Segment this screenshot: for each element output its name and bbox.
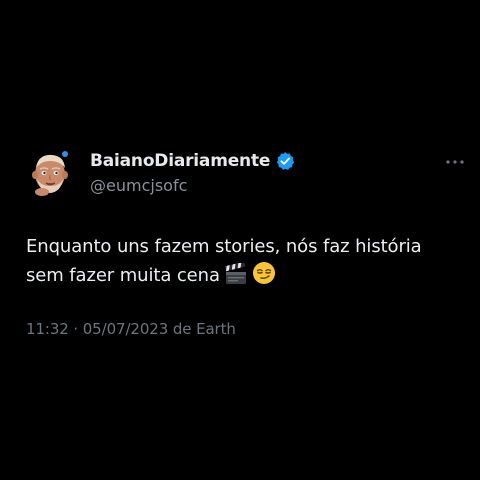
author-name-row: BaianoDiariamente <box>90 148 410 174</box>
author-display-name[interactable]: BaianoDiariamente <box>90 151 270 171</box>
tweet-header: BaianoDiariamente @eumcjsofc <box>90 148 410 195</box>
clapper-board-icon <box>224 263 246 284</box>
tweet-text-line-2: sem fazer muita cena <box>26 265 220 286</box>
more-horizontal-icon[interactable] <box>444 156 466 168</box>
tweet-text-line-1: Enquanto uns fazem stories, nós faz hist… <box>26 236 422 257</box>
avatar[interactable] <box>28 148 76 198</box>
smirking-face-icon <box>252 262 275 284</box>
tweet-timestamp[interactable]: 11:32 · 05/07/2023 de Earth <box>26 320 236 338</box>
verified-badge-icon <box>277 152 295 170</box>
tweet-text-line-2-wrapper: sem fazer muita cena <box>26 261 466 290</box>
author-handle[interactable]: @eumcjsofc <box>90 176 410 195</box>
tweet-text: Enquanto uns fazem stories, nós faz hist… <box>26 232 466 290</box>
tweet-card: BaianoDiariamente @eumcjsofc Enquanto un… <box>0 0 480 480</box>
